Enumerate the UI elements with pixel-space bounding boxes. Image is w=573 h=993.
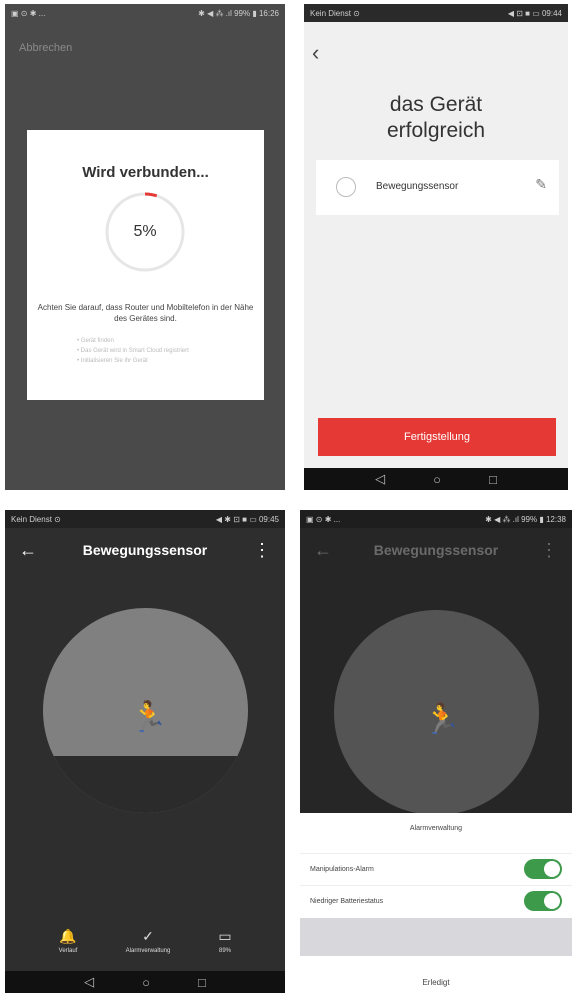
sensor-icon xyxy=(336,177,356,197)
cancel-button[interactable]: Abbrechen xyxy=(19,42,72,54)
alarm-settings-sheet: Alarmverwaltung Manipulations-Alarm Nied… xyxy=(300,813,572,993)
page-title: Bewegungssensor xyxy=(82,542,208,558)
nav-back-icon[interactable]: ◁ xyxy=(375,471,385,487)
status-right: ◀ ⊡ ■ ▭ 09:44 xyxy=(507,8,562,18)
hint-text: Achten Sie darauf, dass Router und Mobil… xyxy=(37,303,254,323)
list-item: Niedriger Batteriestatus xyxy=(300,885,572,918)
app-header: ← Bewegungssensor ⋮ xyxy=(300,538,572,570)
nav-back-icon[interactable]: ◁ xyxy=(84,974,94,990)
page-title: Bewegungssensor xyxy=(373,542,499,558)
shield-check-icon: ✓ xyxy=(142,928,154,944)
battery-icon: ▭ xyxy=(218,928,232,944)
running-person-icon: 🏃 xyxy=(423,703,461,736)
device-card: Bewegungssensor ✎ xyxy=(316,160,559,215)
nav-bar: ◁ ○ □ xyxy=(5,971,285,993)
status-bar: ▣ ⊙ ✱ ... ✱ ◀ ⁂ .ıl 99% ▮ 16:26 xyxy=(5,4,285,22)
status-left: Kein Dienst ⊙ xyxy=(310,8,360,18)
dialog-title: Wird verbunden... xyxy=(82,164,209,181)
more-vertical-icon[interactable]: ⋮ xyxy=(253,540,271,561)
status-bar: ▣ ⊙ ✱ ... ✱ ◀ ⁂ .ıl 99% ▮ 12:38 xyxy=(300,510,572,528)
tamper-alarm-toggle[interactable] xyxy=(524,859,562,879)
running-person-icon: 🏃 xyxy=(130,701,168,734)
pencil-icon[interactable]: ✎ xyxy=(535,176,547,193)
status-left: ▣ ⊙ ✱ ... xyxy=(11,8,46,18)
status-right: ◀ ✱ ⊡ ■ ▭ 09:45 xyxy=(215,514,279,524)
nav-home-icon[interactable]: ○ xyxy=(433,472,441,487)
device-name: Bewegungssensor xyxy=(376,181,459,192)
step-item: • Das Gerät wird in Smart Cloud registri… xyxy=(77,348,189,354)
battery-indicator: ▭ 89% xyxy=(205,928,245,954)
phone-alarm-settings: ▣ ⊙ ✱ ... ✱ ◀ ⁂ .ıl 99% ▮ 12:38 ← Bewegu… xyxy=(300,510,572,993)
nav-recent-icon[interactable]: □ xyxy=(489,472,497,487)
bell-icon: 🔔 xyxy=(59,928,77,944)
step-item: • Initialisieren Sie ihr Gerät xyxy=(77,358,148,364)
nav-recent-icon[interactable]: □ xyxy=(198,975,206,990)
chevron-left-icon[interactable]: ‹ xyxy=(312,40,319,66)
success-headline: das Gerät erfolgreich xyxy=(386,93,486,142)
step-item: • Gerät finden xyxy=(77,338,114,344)
done-button[interactable]: Erledigt xyxy=(300,978,572,987)
phone-success: Kein Dienst ⊙ ◀ ⊡ ■ ▭ 09:44 ‹ das Gerät … xyxy=(304,4,568,490)
bottom-tabs: 🔔 Verlauf ✓ Alarmverwaltung ▭ 89% xyxy=(5,928,285,968)
finish-button[interactable]: Fertigstellung xyxy=(318,418,556,456)
connecting-dialog: Wird verbunden... 5% Achten Sie darauf, … xyxy=(27,130,264,400)
nav-bar: ◁ ○ □ xyxy=(304,468,568,490)
status-left: Kein Dienst ⊙ xyxy=(11,514,61,524)
sheet-title: Alarmverwaltung xyxy=(409,825,463,832)
nav-home-icon[interactable]: ○ xyxy=(142,975,150,990)
tab-verlauf[interactable]: 🔔 Verlauf xyxy=(43,928,93,954)
more-vertical-icon[interactable]: ⋮ xyxy=(540,540,558,561)
app-header: ← Bewegungssensor ⋮ xyxy=(5,538,285,570)
phone-connecting: ▣ ⊙ ✱ ... ✱ ◀ ⁂ .ıl 99% ▮ 16:26 Abbreche… xyxy=(5,4,285,490)
status-right: ✱ ◀ ⁂ .ıl 99% ▮ 16:26 xyxy=(198,8,279,18)
list-item: Manipulations-Alarm xyxy=(300,853,572,886)
progress-percent: 5% xyxy=(133,223,157,240)
status-bar: Kein Dienst ⊙ ◀ ⊡ ■ ▭ 09:44 xyxy=(304,4,568,22)
status-right: ✱ ◀ ⁂ .ıl 99% ▮ 12:38 xyxy=(485,514,566,524)
status-left: ▣ ⊙ ✱ ... xyxy=(306,514,341,524)
tab-alarmverwaltung[interactable]: ✓ Alarmverwaltung xyxy=(113,928,183,954)
phone-sensor-main: Kein Dienst ⊙ ◀ ✱ ⊡ ■ ▭ 09:45 ← Bewegung… xyxy=(5,510,285,993)
low-battery-toggle[interactable] xyxy=(524,891,562,911)
status-bar: Kein Dienst ⊙ ◀ ✱ ⊡ ■ ▭ 09:45 xyxy=(5,510,285,528)
step-list: • Gerät finden • Das Gerät wird in Smart… xyxy=(77,336,189,366)
